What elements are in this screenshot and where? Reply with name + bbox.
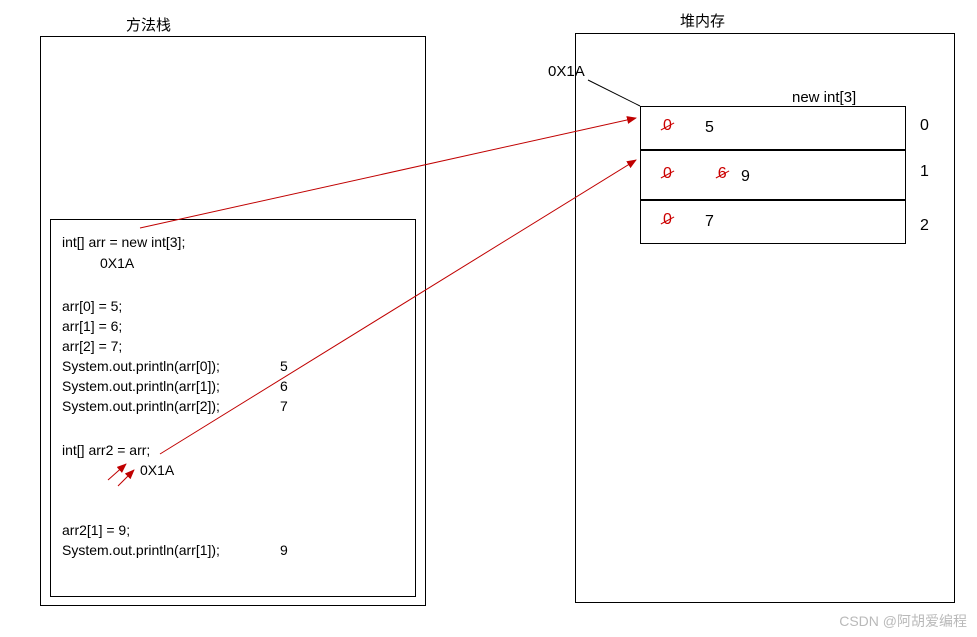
stack-title: 方法栈	[126, 14, 171, 35]
heap-index-1: 1	[920, 163, 929, 181]
heap-cell-1-mid: 6	[718, 165, 727, 183]
heap-address-label: 0X1A	[548, 63, 585, 80]
code-line-2: arr[0] = 5;	[62, 298, 122, 314]
out-6: 6	[280, 378, 288, 394]
out-7: 7	[280, 398, 288, 414]
code-line-4: arr[2] = 7;	[62, 338, 122, 354]
heap-cell-1: 0 6 9	[640, 150, 906, 200]
code-line-10: System.out.println(arr[1]);	[62, 542, 220, 558]
heap-cell-2: 0 7	[640, 200, 906, 244]
heap-cell-0-old: 0	[663, 117, 672, 135]
heap-index-2: 2	[920, 217, 929, 235]
code-line-6: System.out.println(arr[1]);	[62, 378, 220, 394]
addr-label-arr2: 0X1A	[140, 462, 174, 478]
heap-cell-0: 0 5	[640, 106, 906, 150]
out-5: 5	[280, 358, 288, 374]
code-line-1: int[] arr = new int[3];	[62, 234, 185, 250]
out-9: 9	[280, 542, 288, 558]
code-line-3: arr[1] = 6;	[62, 318, 122, 334]
code-line-5: System.out.println(arr[0]);	[62, 358, 220, 374]
code-line-9: arr2[1] = 9;	[62, 522, 130, 538]
heap-cell-0-new: 5	[705, 119, 714, 137]
code-line-7: System.out.println(arr[2]);	[62, 398, 220, 414]
addr-label-arr: 0X1A	[100, 255, 134, 271]
heap-title: 堆内存	[680, 10, 725, 31]
heap-cell-1-old: 0	[663, 165, 672, 183]
heap-cell-2-new: 7	[705, 213, 714, 231]
heap-new-label: new int[3]	[792, 89, 856, 106]
heap-cell-1-new: 9	[741, 168, 750, 186]
watermark: CSDN @阿胡爱编程	[839, 611, 967, 631]
heap-cell-2-old: 0	[663, 211, 672, 229]
heap-index-0: 0	[920, 117, 929, 135]
code-line-8: int[] arr2 = arr;	[62, 442, 150, 458]
